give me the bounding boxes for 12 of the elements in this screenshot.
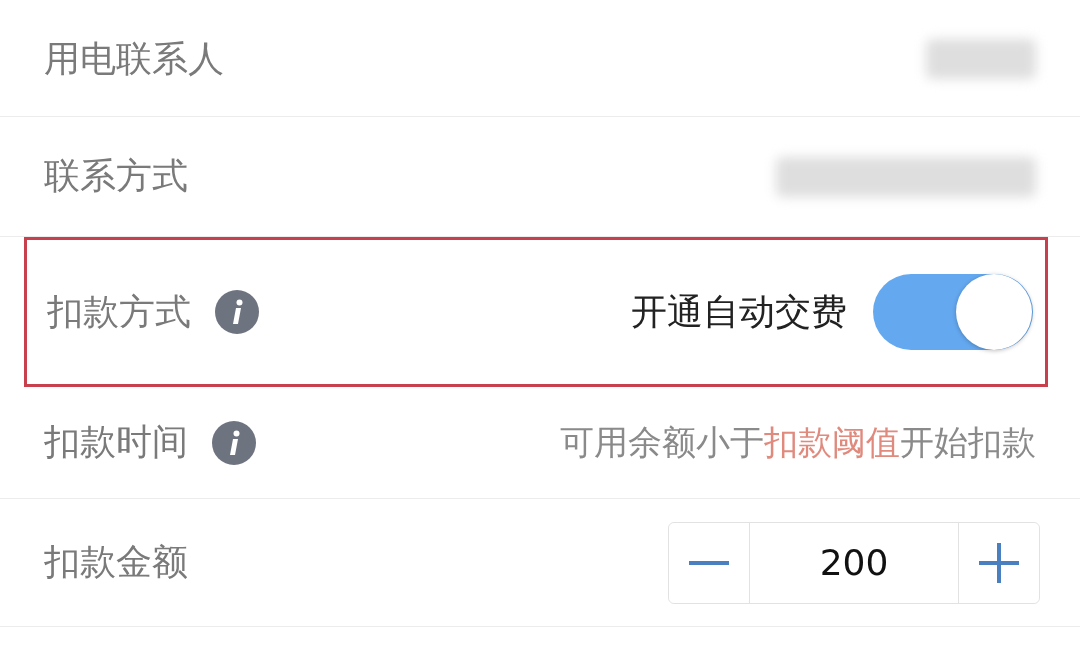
field-label: 扣款时间: [44, 420, 188, 464]
field-label: 联系方式: [44, 154, 188, 198]
field-label: 用电联系人: [44, 36, 224, 81]
plus-icon: [979, 542, 1019, 583]
field-label: 扣款金额: [44, 540, 188, 584]
toggle-switch[interactable]: [873, 274, 1033, 350]
toggle-label: 开通自动交费: [631, 289, 847, 334]
deduction-time-text: 可用余额小于扣款阈值开始扣款: [560, 420, 1036, 464]
info-icon[interactable]: [212, 420, 256, 465]
field-label: 扣款方式: [47, 289, 191, 334]
minus-icon: [689, 560, 729, 565]
info-icon[interactable]: [215, 290, 259, 334]
